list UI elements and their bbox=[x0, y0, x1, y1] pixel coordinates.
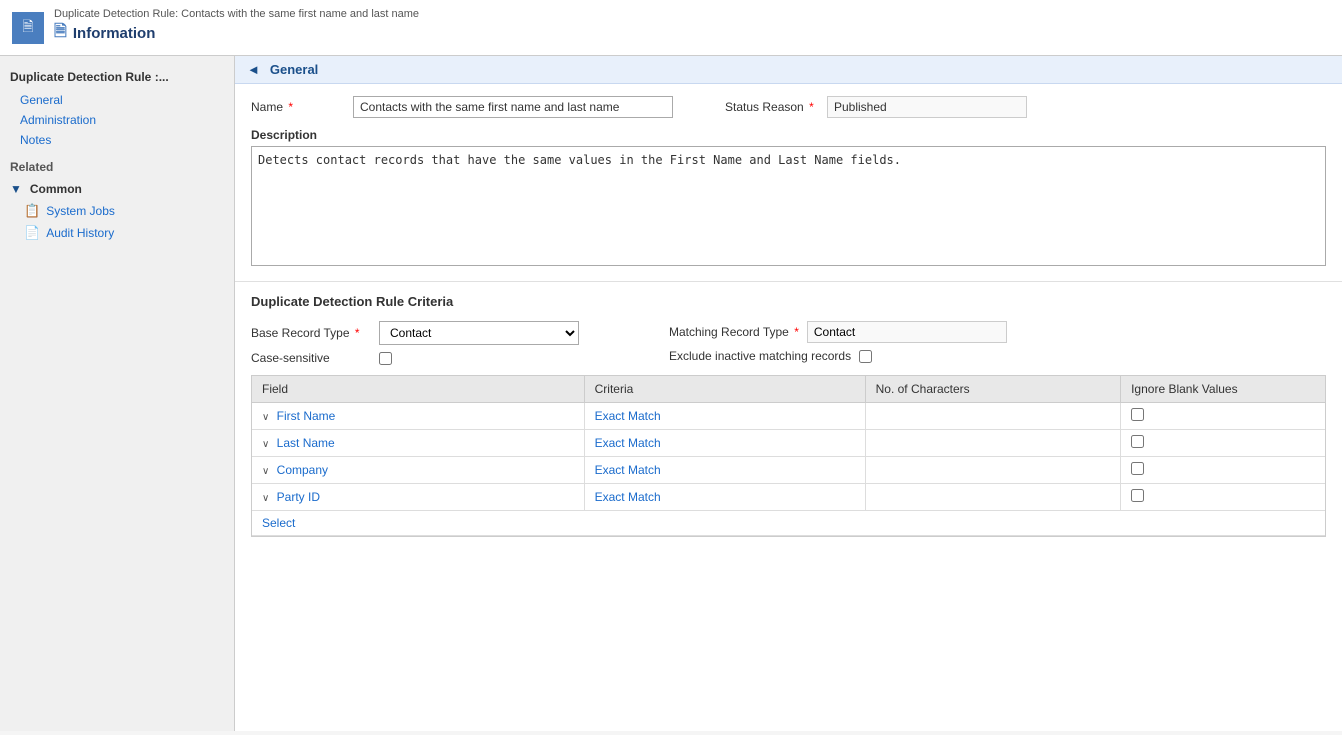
common-chevron-icon: ▼ bbox=[10, 182, 22, 196]
title-icon: 🗎 bbox=[54, 20, 67, 47]
row1-field-cell: ∨ Last Name bbox=[252, 430, 584, 457]
select-row: Select bbox=[252, 511, 1325, 536]
base-required: * bbox=[355, 326, 360, 340]
row0-ignore-cell bbox=[1121, 403, 1325, 430]
sidebar-item-notes[interactable]: Notes bbox=[0, 130, 234, 150]
row0-ignore-checkbox[interactable] bbox=[1131, 408, 1144, 421]
base-record-label: Base Record Type * bbox=[251, 326, 371, 340]
row0-criteria-link[interactable]: Exact Match bbox=[595, 409, 661, 423]
row0-expand-icon[interactable]: ∨ bbox=[262, 412, 269, 423]
header-icon: 🗎 bbox=[12, 12, 44, 44]
criteria-table: Field Criteria No. of Characters Ignore … bbox=[252, 376, 1325, 536]
row0-chars-cell bbox=[865, 403, 1120, 430]
matching-record-label: Matching Record Type * bbox=[669, 325, 799, 339]
audit-history-icon: 📄 bbox=[24, 225, 40, 241]
row2-ignore-cell bbox=[1121, 457, 1325, 484]
case-sensitive-label: Case-sensitive bbox=[251, 351, 371, 365]
header-title-text: Information bbox=[73, 25, 156, 42]
select-link[interactable]: Select bbox=[262, 516, 295, 530]
table-row: ∨ First Name Exact Match bbox=[252, 403, 1325, 430]
related-label: Related bbox=[0, 150, 234, 178]
row1-chars-cell bbox=[865, 430, 1120, 457]
table-row: ∨ Company Exact Match bbox=[252, 457, 1325, 484]
matching-required: * bbox=[794, 325, 799, 339]
case-sensitive-row: Case-sensitive bbox=[251, 351, 579, 365]
row1-criteria-cell: Exact Match bbox=[584, 430, 865, 457]
general-chevron-icon: ◄ bbox=[247, 62, 260, 77]
row3-criteria-cell: Exact Match bbox=[584, 484, 865, 511]
row1-expand-icon[interactable]: ∨ bbox=[262, 439, 269, 450]
matching-record-row: Matching Record Type * bbox=[669, 321, 1007, 343]
exclude-inactive-row: Exclude inactive matching records bbox=[669, 349, 1007, 363]
content-area: ◄ General Name * Status Reason * Descrip… bbox=[235, 56, 1342, 731]
row2-field-cell: ∨ Company bbox=[252, 457, 584, 484]
sidebar-section-header: Duplicate Detection Rule :... bbox=[0, 64, 234, 90]
row3-ignore-cell bbox=[1121, 484, 1325, 511]
name-status-row: Name * Status Reason * bbox=[251, 96, 1326, 118]
row3-ignore-checkbox[interactable] bbox=[1131, 489, 1144, 502]
description-textarea[interactable]: Detects contact records that have the sa… bbox=[251, 146, 1326, 266]
status-input bbox=[827, 96, 1027, 118]
col-header-chars: No. of Characters bbox=[865, 376, 1120, 403]
col-header-ignore: Ignore Blank Values bbox=[1121, 376, 1325, 403]
row0-field-link[interactable]: First Name bbox=[277, 409, 336, 423]
name-label: Name * bbox=[251, 100, 341, 114]
row2-criteria-cell: Exact Match bbox=[584, 457, 865, 484]
description-label: Description bbox=[251, 128, 1326, 142]
table-row: ∨ Last Name Exact Match bbox=[252, 430, 1325, 457]
case-sensitive-checkbox[interactable] bbox=[379, 352, 392, 365]
row1-field-link[interactable]: Last Name bbox=[277, 436, 335, 450]
name-required: * bbox=[288, 100, 293, 114]
table-row: ∨ Party ID Exact Match bbox=[252, 484, 1325, 511]
main-layout: Duplicate Detection Rule :... General Ad… bbox=[0, 56, 1342, 731]
row3-chars-cell bbox=[865, 484, 1120, 511]
top-header: 🗎 Duplicate Detection Rule: Contacts wit… bbox=[0, 0, 1342, 56]
row1-ignore-checkbox[interactable] bbox=[1131, 435, 1144, 448]
sidebar: Duplicate Detection Rule :... General Ad… bbox=[0, 56, 235, 731]
row2-ignore-checkbox[interactable] bbox=[1131, 462, 1144, 475]
col-header-criteria: Criteria bbox=[584, 376, 865, 403]
common-header: ▼ Common bbox=[0, 178, 234, 200]
status-label: Status Reason * bbox=[725, 100, 815, 114]
matching-record-group: Matching Record Type * Exclude inactive … bbox=[669, 321, 1007, 363]
base-record-select[interactable]: Contact bbox=[379, 321, 579, 345]
exclude-inactive-checkbox[interactable] bbox=[859, 350, 872, 363]
row3-expand-icon[interactable]: ∨ bbox=[262, 493, 269, 504]
sidebar-item-administration[interactable]: Administration bbox=[0, 110, 234, 130]
select-cell: Select bbox=[252, 511, 1325, 536]
sidebar-item-general[interactable]: General bbox=[0, 90, 234, 110]
row0-field-cell: ∨ First Name bbox=[252, 403, 584, 430]
header-title: 🗎 Information bbox=[54, 20, 419, 47]
row3-criteria-link[interactable]: Exact Match bbox=[595, 490, 661, 504]
sidebar-item-system-jobs[interactable]: 📋 System Jobs bbox=[0, 200, 234, 222]
header-subtitle: Duplicate Detection Rule: Contacts with … bbox=[54, 8, 419, 20]
row2-expand-icon[interactable]: ∨ bbox=[262, 466, 269, 477]
matching-record-input bbox=[807, 321, 1007, 343]
general-section-header: ◄ General bbox=[235, 56, 1342, 84]
general-section-content: Name * Status Reason * Description Detec… bbox=[235, 84, 1342, 281]
header-info: Duplicate Detection Rule: Contacts with … bbox=[54, 8, 419, 47]
col-header-field: Field bbox=[252, 376, 584, 403]
criteria-table-container: Field Criteria No. of Characters Ignore … bbox=[251, 375, 1326, 537]
row2-chars-cell bbox=[865, 457, 1120, 484]
sidebar-item-audit-history[interactable]: 📄 Audit History bbox=[0, 222, 234, 244]
row3-field-link[interactable]: Party ID bbox=[277, 490, 320, 504]
criteria-fields: Base Record Type * Contact Case-sensitiv… bbox=[251, 321, 1326, 365]
status-required: * bbox=[809, 100, 814, 114]
row1-ignore-cell bbox=[1121, 430, 1325, 457]
row0-criteria-cell: Exact Match bbox=[584, 403, 865, 430]
row3-field-cell: ∨ Party ID bbox=[252, 484, 584, 511]
base-record-row: Base Record Type * Contact bbox=[251, 321, 579, 345]
row2-criteria-link[interactable]: Exact Match bbox=[595, 463, 661, 477]
row2-field-link[interactable]: Company bbox=[277, 463, 328, 477]
table-header-row: Field Criteria No. of Characters Ignore … bbox=[252, 376, 1325, 403]
name-input[interactable] bbox=[353, 96, 673, 118]
system-jobs-icon: 📋 bbox=[24, 203, 40, 219]
criteria-title: Duplicate Detection Rule Criteria bbox=[251, 294, 1326, 309]
exclude-inactive-label: Exclude inactive matching records bbox=[669, 349, 851, 363]
row1-criteria-link[interactable]: Exact Match bbox=[595, 436, 661, 450]
criteria-section: Duplicate Detection Rule Criteria Base R… bbox=[235, 281, 1342, 549]
base-record-group: Base Record Type * Contact Case-sensitiv… bbox=[251, 321, 579, 365]
